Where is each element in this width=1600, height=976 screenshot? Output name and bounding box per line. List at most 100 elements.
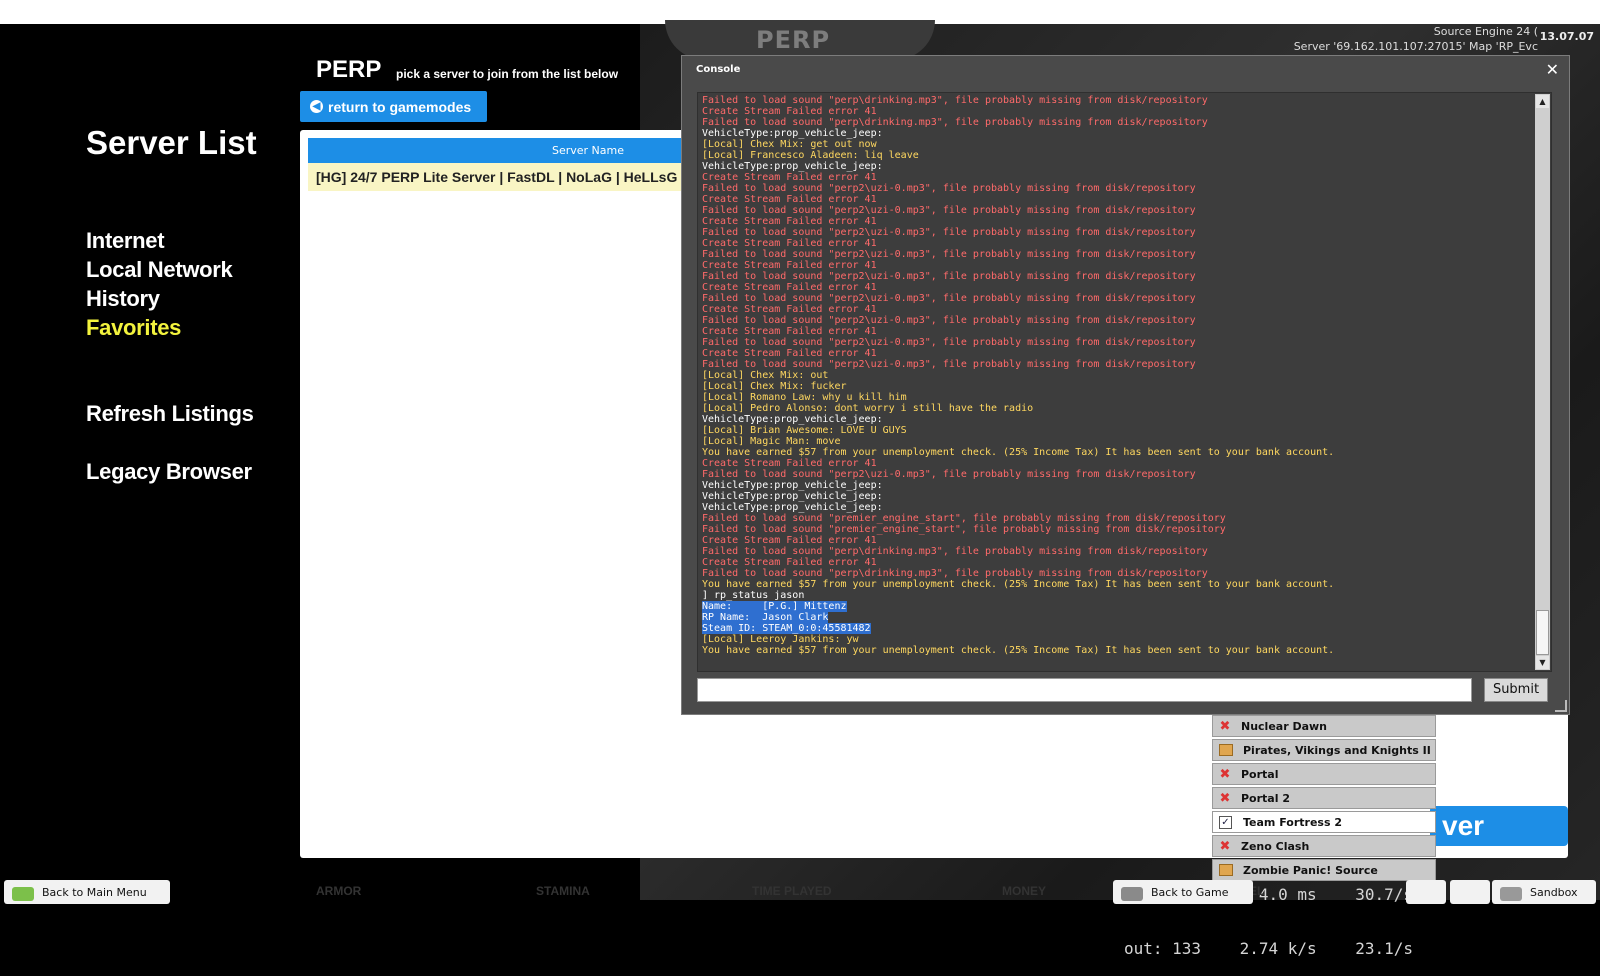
console-line-text: You have earned $57 from your unemployme… [702,579,1335,590]
game-name: Pirates, Vikings and Knights II [1243,743,1431,757]
console-line-text: Create Stream Failed error 41 [702,304,877,315]
settings-square-button[interactable] [1406,880,1446,904]
resize-grip-icon[interactable] [1555,700,1567,712]
console-line: Create Stream Failed error 41 [702,535,1522,546]
back-to-main-menu-button[interactable]: Back to Main Menu [4,880,170,904]
console-line: Create Stream Failed error 41 [702,557,1522,568]
back-to-game-button[interactable]: Back to Game [1113,880,1253,904]
return-label: return to gamemodes [328,98,472,115]
server-info: Server '69.162.101.107:27015' Map 'RP_Ev… [1293,40,1538,53]
back-to-main-menu-label: Back to Main Menu [42,885,147,899]
console-line-text: Create Stream Failed error 41 [702,326,877,337]
console-line-text: RP Name: Jason Clark [702,612,829,623]
console-line-text: Create Stream Failed error 41 [702,348,877,359]
back-to-game-label: Back to Game [1151,885,1229,899]
nav-history[interactable]: History [86,286,160,312]
refresh-listings-button[interactable]: Refresh Listings [86,401,254,427]
console-line: [Local] Brian Awesome: LOVE U GUYS [702,425,1522,436]
language-flag-button[interactable] [1450,880,1490,904]
check-icon[interactable]: ✓ [1219,815,1232,829]
console-line-text: Create Stream Failed error 41 [702,282,877,293]
console-line-text: Failed to load sound "perp\drinking.mp3"… [702,95,1208,106]
console-line-text: Steam ID: STEAM_0:0:45581482 [702,623,871,634]
console-window[interactable]: Console ✕ Failed to load sound "perp\dri… [681,55,1570,715]
scroll-up-icon[interactable]: ▲ [1536,95,1549,108]
console-line-text: [Local] Brian Awesome: LOVE U GUYS [702,425,907,436]
server-row[interactable]: [HG] 24/7 PERP Lite Server | FastDL | No… [308,163,688,191]
legacy-browser-button[interactable]: Legacy Browser [86,459,252,485]
console-line-text: Failed to load sound "perp2\uzi-0.mp3", … [702,337,1196,348]
close-icon[interactable]: ✕ [1546,60,1559,79]
game-item-team-fortress-2[interactable]: ✓ Team Fortress 2 [1212,811,1436,833]
console-line-text: VehicleType:prop_vehicle_jeep: [702,480,883,491]
scroll-thumb[interactable] [1536,610,1549,655]
console-line: Failed to load sound "perp2\uzi-0.mp3", … [702,293,1522,304]
console-line: Failed to load sound "premier_engine_sta… [702,513,1522,524]
console-line-text: Failed to load sound "premier_engine_sta… [702,513,1226,524]
console-line-text: Create Stream Failed error 41 [702,172,877,183]
console-line-text: Create Stream Failed error 41 [702,260,877,271]
nav-favorites[interactable]: Favorites [86,315,181,341]
folder-icon [1219,744,1233,756]
console-line: VehicleType:prop_vehicle_jeep: [702,480,1522,491]
hud-time-played-label: TIME PLAYED [752,884,832,898]
console-line: [Local] Francesco Aladeen: liq leave [702,150,1522,161]
gamemode-subtitle: pick a server to join from the list belo… [396,67,619,81]
return-to-gamemodes-button[interactable]: ◀ return to gamemodes [300,91,487,122]
console-line: RP Name: Jason Clark [702,612,1522,623]
console-input[interactable] [697,678,1472,702]
submit-button[interactable]: Submit [1484,678,1548,702]
console-line-text: ] rp_status jason [702,590,805,601]
console-line: Failed to load sound "perp2\uzi-0.mp3", … [702,337,1522,348]
console-titlebar[interactable]: Console ✕ [682,56,1569,86]
console-line-text: Create Stream Failed error 41 [702,458,877,469]
console-line: Create Stream Failed error 41 [702,458,1522,469]
server-name-column-header[interactable]: Server Name [308,138,688,163]
console-log[interactable]: Failed to load sound "perp\drinking.mp3"… [697,92,1552,672]
console-line-text: Failed to load sound "perp2\uzi-0.mp3", … [702,183,1196,194]
build-date: 13.07.07 [1539,30,1594,43]
console-line-text: [Local] Romano Law: why u kill him [702,392,907,403]
console-line: [Local] Magic Man: move [702,436,1522,447]
back-arrow-icon [12,887,34,901]
console-line: Failed to load sound "premier_engine_sta… [702,524,1522,535]
console-line: ] rp_status jason [702,590,1522,601]
console-line-text: VehicleType:prop_vehicle_jeep: [702,414,883,425]
console-line: Failed to load sound "perp\drinking.mp3"… [702,95,1522,106]
game-name: Team Fortress 2 [1243,815,1342,829]
console-line: [Local] Chex Mix: get out now [702,139,1522,150]
game-item-nuclear-dawn[interactable]: ✖ Nuclear Dawn [1212,715,1436,737]
console-line-text: Failed to load sound "perp\drinking.mp3"… [702,117,1208,128]
console-scrollbar[interactable]: ▲ ▼ [1535,94,1550,670]
x-icon: ✖ [1219,718,1231,734]
engine-info: Source Engine 24 ( Server '69.162.101.10… [1294,24,1538,54]
scroll-down-icon[interactable]: ▼ [1536,656,1549,669]
nav-local-network[interactable]: Local Network [86,257,233,283]
console-line-text: Failed to load sound "perp2\uzi-0.mp3", … [702,359,1196,370]
console-line-text: You have earned $57 from your unemployme… [702,645,1335,656]
console-line-text: [Local] Francesco Aladeen: liq leave [702,150,919,161]
game-item-portal[interactable]: ✖ Portal [1212,763,1436,785]
sandbox-label: Sandbox [1530,885,1578,899]
console-line-text: [Local] Magic Man: move [702,436,841,447]
console-line: Failed to load sound "perp2\uzi-0.mp3", … [702,271,1522,282]
console-line: VehicleType:prop_vehicle_jeep: [702,128,1522,139]
console-line: You have earned $57 from your unemployme… [702,645,1522,656]
console-line-text: You have earned $57 from your unemployme… [702,447,1335,458]
engine-version: Source Engine 24 ( [1433,25,1538,38]
console-line-text: [Local] Chex Mix: get out now [702,139,877,150]
console-line-text: Name: [P.G.] Mittenz [702,601,847,612]
game-item-portal-2[interactable]: ✖ Portal 2 [1212,787,1436,809]
console-line-text: Failed to load sound "perp2\uzi-0.mp3", … [702,293,1196,304]
perp-watermark: PERP [756,26,831,54]
console-line: [Local] Romano Law: why u kill him [702,392,1522,403]
sandbox-button[interactable]: Sandbox [1492,880,1596,904]
x-icon: ✖ [1219,790,1231,806]
console-line: Failed to load sound "perp\drinking.mp3"… [702,546,1522,557]
console-line: Failed to load sound "perp2\uzi-0.mp3", … [702,359,1522,370]
game-item-pirates-vikings-knights[interactable]: Pirates, Vikings and Knights II [1212,739,1436,761]
nav-internet[interactable]: Internet [86,228,165,254]
console-line-text: VehicleType:prop_vehicle_jeep: [702,491,883,502]
gamemode-title: PERP [316,56,382,83]
join-server-button[interactable]: ver [1430,806,1568,846]
